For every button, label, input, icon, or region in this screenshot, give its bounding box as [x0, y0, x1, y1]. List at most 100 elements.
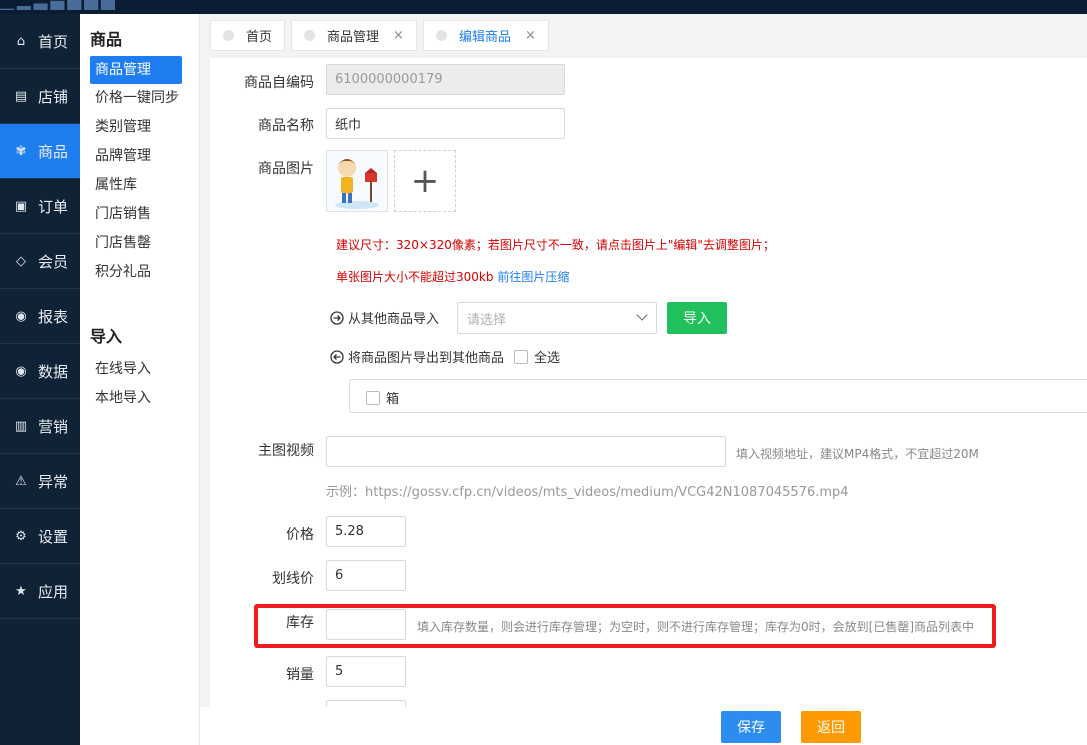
- edit-form-panel: 商品自编码 6100000000179 商品名称 纸巾 商品图片 + 建议尺寸：…: [210, 58, 1087, 708]
- secondary-sidebar: 商品 商品管理 价格一键同步 类别管理 品牌管理 属性库 门店销售 门店售罄 积…: [80, 14, 200, 745]
- nav-reports[interactable]: ◉ 报表: [0, 289, 80, 344]
- import-goods-select[interactable]: 请选择: [457, 302, 657, 334]
- subnav-attributes[interactable]: 属性库: [80, 171, 199, 200]
- tab-goods-manage[interactable]: 商品管理 ×: [291, 20, 417, 51]
- nav-store[interactable]: ▤ 店铺: [0, 69, 80, 124]
- video-hint: 填入视频地址，建议MP4格式，不宜超过20M: [736, 447, 979, 461]
- nav-exceptions[interactable]: ⚠ 异常: [0, 454, 80, 509]
- group-title-import: 导入: [90, 327, 123, 346]
- nav-home[interactable]: ⌂ 首页: [0, 14, 80, 69]
- video-url-input[interactable]: [326, 436, 726, 467]
- subnav-price-sync[interactable]: 价格一键同步: [80, 84, 199, 113]
- nav-label: 异常: [38, 472, 69, 491]
- nav-label: 应用: [38, 582, 69, 601]
- stock-label: 库存: [286, 615, 314, 631]
- group-title-goods: 商品: [90, 30, 123, 49]
- import-button[interactable]: 导入: [667, 302, 727, 334]
- subnav-store-soldout[interactable]: 门店售罄: [80, 229, 199, 258]
- nav-label: 商品: [38, 142, 69, 161]
- size-limit-text: 单张图片大小不能超过300kb: [336, 270, 494, 284]
- nav-orders[interactable]: ▣ 订单: [0, 179, 80, 234]
- subnav-points-gifts[interactable]: 积分礼品: [80, 258, 199, 287]
- member-icon: ◇: [16, 253, 26, 269]
- add-image-button[interactable]: +: [394, 150, 456, 212]
- subnav-brand[interactable]: 品牌管理: [80, 142, 199, 171]
- subnav-goods-manage[interactable]: 商品管理: [90, 56, 182, 84]
- primary-sidebar: ⌂ 首页 ▤ 店铺 ✾ 商品 ▣ 订单 ◇ 会员 ◉ 报表 ◉ 数据 ▥ 营销 ⚠ 异常 ⚙ 设置 …: [0, 14, 80, 745]
- image-label: 商品图片: [258, 161, 314, 177]
- save-button[interactable]: 保存: [721, 711, 781, 743]
- logo: ▁▂▃▄▅▆▇: [0, 0, 200, 10]
- video-example: 示例：https://gossv.cfp.cn/videos/mts_video…: [326, 485, 849, 500]
- tab-edit-goods[interactable]: 编辑商品 ×: [422, 20, 549, 51]
- import-from-row: 从其他商品导入: [330, 308, 439, 327]
- sales-label: 销量: [286, 667, 314, 683]
- box-option-row: 箱: [366, 388, 399, 407]
- name-label: 商品名称: [258, 118, 314, 134]
- tab-label: 首页: [246, 30, 273, 45]
- sales-input[interactable]: 5: [326, 656, 406, 687]
- home-icon: ⌂: [16, 33, 26, 49]
- strike-price-label: 划线价: [272, 571, 314, 587]
- top-bar: ▁▂▃▄▅▆▇: [0, 0, 1087, 14]
- export-label: 将商品图片导出到其他商品: [348, 351, 505, 366]
- nav-apps[interactable]: ★ 应用: [0, 564, 80, 619]
- nav-members[interactable]: ◇ 会员: [0, 234, 80, 289]
- store-icon: ▤: [14, 88, 28, 104]
- nav-label: 数据: [38, 362, 69, 381]
- tab-home[interactable]: 首页: [210, 20, 286, 51]
- export-row: 将商品图片导出到其他商品 全选: [330, 347, 560, 366]
- nav-settings[interactable]: ⚙ 设置: [0, 509, 80, 564]
- subnav-store-sales[interactable]: 门店销售: [80, 200, 199, 229]
- content-area: 首页 商品管理 × 编辑商品 × 商品自编码 6100000000179 商品名…: [200, 14, 1087, 745]
- box-option-label: 箱: [386, 392, 400, 407]
- back-button[interactable]: 返回: [801, 711, 861, 743]
- close-icon[interactable]: ×: [393, 28, 404, 43]
- import-select-placeholder: 请选择: [467, 312, 507, 328]
- marketing-icon: ▥: [14, 418, 28, 434]
- report-icon: ◉: [15, 308, 27, 324]
- price-input[interactable]: 5.28: [326, 516, 406, 547]
- export-arrow-icon: [330, 349, 344, 364]
- nav-label: 会员: [38, 252, 69, 271]
- warning-icon: ⚠: [15, 473, 27, 489]
- tab-label: 编辑商品: [458, 30, 511, 45]
- form-footer: 保存 返回: [200, 707, 1087, 745]
- nav-label: 首页: [38, 32, 69, 51]
- tab-label: 商品管理: [327, 30, 380, 45]
- chevron-down-icon: [636, 309, 648, 321]
- select-all-label: 全选: [534, 351, 561, 366]
- subnav-category[interactable]: 类别管理: [80, 113, 199, 142]
- product-image: [335, 159, 379, 209]
- name-input[interactable]: 纸巾: [326, 108, 565, 139]
- compress-link[interactable]: 前往图片压缩: [497, 270, 569, 284]
- code-input: 6100000000179: [326, 64, 565, 95]
- subnav-online-import[interactable]: 在线导入: [80, 355, 199, 384]
- stock-input[interactable]: [326, 609, 406, 640]
- nav-label: 店铺: [38, 87, 69, 106]
- close-icon[interactable]: ×: [525, 28, 536, 43]
- product-thumbnail[interactable]: [326, 150, 388, 212]
- nav-label: 订单: [38, 197, 69, 216]
- nav-data[interactable]: ◉ 数据: [0, 344, 80, 399]
- settings-icon: ⚙: [15, 528, 27, 544]
- tab-dot-icon: [223, 30, 234, 41]
- nav-goods[interactable]: ✾ 商品: [0, 124, 80, 179]
- tab-bar: 首页 商品管理 × 编辑商品 ×: [210, 20, 555, 52]
- strike-price-input[interactable]: 6: [326, 560, 406, 591]
- subnav-local-import[interactable]: 本地导入: [80, 384, 199, 413]
- data-icon: ◉: [15, 363, 27, 379]
- tab-dot-icon: [435, 30, 447, 41]
- import-from-label: 从其他商品导入: [348, 312, 440, 327]
- box-option-checkbox[interactable]: [366, 390, 380, 405]
- import-arrow-icon: [330, 310, 344, 325]
- select-all-checkbox[interactable]: [514, 349, 529, 364]
- order-icon: ▣: [14, 198, 28, 214]
- size-tip: 建议尺寸：320×320像素；若图片尺寸不一致，请点击图片上"编辑"去调整图片；: [336, 238, 775, 252]
- video-label: 主图视频: [258, 443, 314, 459]
- tab-dot-icon: [304, 30, 316, 41]
- gift-icon: ✾: [15, 143, 27, 159]
- size-limit-tip: 单张图片大小不能超过300kb 前往图片压缩: [336, 268, 569, 285]
- nav-label: 报表: [38, 307, 69, 326]
- nav-marketing[interactable]: ▥ 营销: [0, 399, 80, 454]
